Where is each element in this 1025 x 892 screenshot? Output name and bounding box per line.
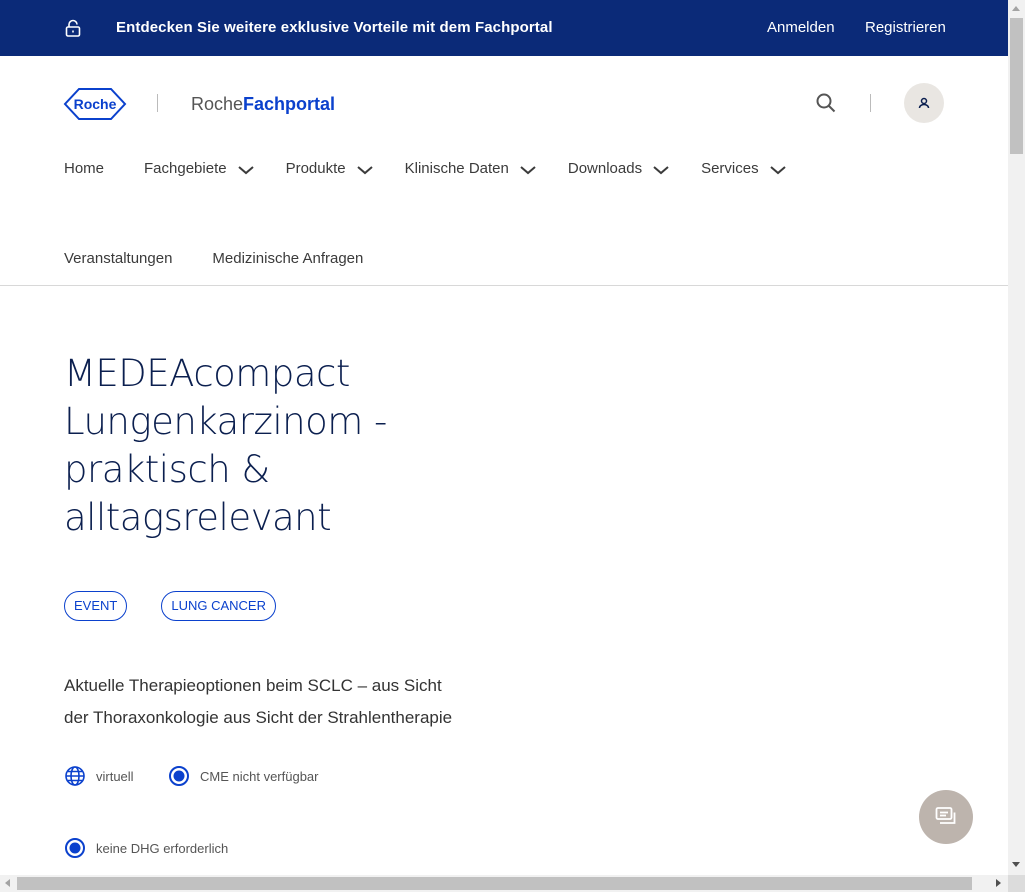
brand-suffix: Fachportal xyxy=(243,94,336,114)
chat-button[interactable] xyxy=(919,790,973,844)
top-banner: Entdecken Sie weitere exklusive Vorteile… xyxy=(0,0,1008,56)
horizontal-scroll-thumb[interactable] xyxy=(17,877,972,890)
chevron-down-icon xyxy=(237,165,254,174)
page-title: MEDEAcompact Lungenkarzinom - praktisch … xyxy=(64,352,387,539)
nav-item-label: Services xyxy=(701,160,759,177)
description-line-1: Aktuelle Therapieoptionen beim SCLC – au… xyxy=(64,676,442,695)
nav-item-downloads[interactable]: Downloads xyxy=(568,160,670,177)
vertical-scroll-thumb[interactable] xyxy=(1010,18,1023,154)
brand-prefix: Roche xyxy=(191,94,244,114)
lock-icon xyxy=(65,19,81,37)
search-button[interactable] xyxy=(815,92,837,114)
nav-item-label: Downloads xyxy=(567,160,643,177)
chevron-down-icon xyxy=(653,165,669,174)
user-account-button[interactable] xyxy=(904,83,944,123)
brand-name[interactable]: RocheFachportal xyxy=(191,94,335,115)
roche-logo[interactable]: Roche xyxy=(63,87,127,121)
tag-lung-cancer[interactable]: LUNG CANCER xyxy=(161,591,276,621)
banner-text: Entdecken Sie weitere exklusive Vorteile… xyxy=(116,19,553,36)
vertical-scrollbar[interactable] xyxy=(1008,0,1025,875)
chevron-down-icon xyxy=(769,165,786,174)
main-nav-row-1: Home Fachgebiete Produkte Klinische Date… xyxy=(64,160,787,177)
nav-item-label: Veranstaltungen xyxy=(64,250,173,267)
scroll-down-arrow-icon[interactable] xyxy=(1012,862,1020,867)
meta-virtual-label: virtuell xyxy=(96,768,134,784)
action-divider xyxy=(870,94,871,112)
browser-viewport: Entdecken Sie weitere exklusive Vorteile… xyxy=(0,0,1008,875)
scroll-left-arrow-icon[interactable] xyxy=(5,879,10,887)
meta-cme-label: CME nicht verfügbar xyxy=(200,768,319,784)
login-link[interactable]: Anmelden xyxy=(767,19,835,36)
event-description: Aktuelle Therapieoptionen beim SCLC – au… xyxy=(64,670,504,734)
chat-icon xyxy=(935,807,956,824)
horizontal-scrollbar[interactable] xyxy=(0,875,1008,892)
nav-item-fachgebiete[interactable]: Fachgebiete xyxy=(144,160,255,177)
nav-item-label: Home xyxy=(64,160,105,177)
nav-item-label: Produkte xyxy=(285,160,346,177)
nav-item-home[interactable]: Home xyxy=(64,160,104,177)
scroll-up-arrow-icon[interactable] xyxy=(1012,6,1020,11)
svg-text:Roche: Roche xyxy=(74,96,117,112)
meta-dhg: keine DHG erforderlich xyxy=(64,837,228,859)
nav-item-label: Klinische Daten xyxy=(404,160,509,177)
search-icon xyxy=(816,93,836,113)
meta-virtual: virtuell xyxy=(64,765,134,787)
logo-divider xyxy=(157,94,158,112)
chevron-down-icon xyxy=(356,165,373,174)
nav-item-klinische-daten[interactable]: Klinische Daten xyxy=(405,160,537,177)
radio-dot-icon xyxy=(65,838,85,858)
register-link[interactable]: Registrieren xyxy=(865,19,946,36)
main-nav-row-2: Veranstaltungen Medizinische Anfragen xyxy=(64,250,363,267)
nav-item-label: Medizinische Anfragen xyxy=(212,250,364,267)
tag-list: EVENT LUNG CANCER xyxy=(64,591,310,621)
site-header: Roche RocheFachportal Home Fachgebiete P… xyxy=(0,56,1008,286)
nav-item-services[interactable]: Services xyxy=(701,160,787,177)
chevron-down-icon xyxy=(520,165,536,174)
nav-item-veranstaltungen[interactable]: Veranstaltungen xyxy=(64,250,172,267)
meta-cme: CME nicht verfügbar xyxy=(168,765,319,787)
tag-event[interactable]: EVENT xyxy=(64,591,128,621)
nav-item-label: Fachgebiete xyxy=(144,160,227,177)
description-line-2: der Thoraxonkologie aus Sicht der Strahl… xyxy=(64,708,453,727)
scrollbar-corner xyxy=(1008,875,1025,892)
scroll-right-arrow-icon[interactable] xyxy=(996,879,1001,887)
user-icon xyxy=(918,97,930,109)
nav-item-medizinische-anfragen[interactable]: Medizinische Anfragen xyxy=(212,250,363,267)
meta-dhg-label: keine DHG erforderlich xyxy=(96,840,229,856)
radio-dot-icon xyxy=(169,766,189,786)
nav-item-produkte[interactable]: Produkte xyxy=(286,160,374,177)
globe-icon xyxy=(65,766,85,786)
